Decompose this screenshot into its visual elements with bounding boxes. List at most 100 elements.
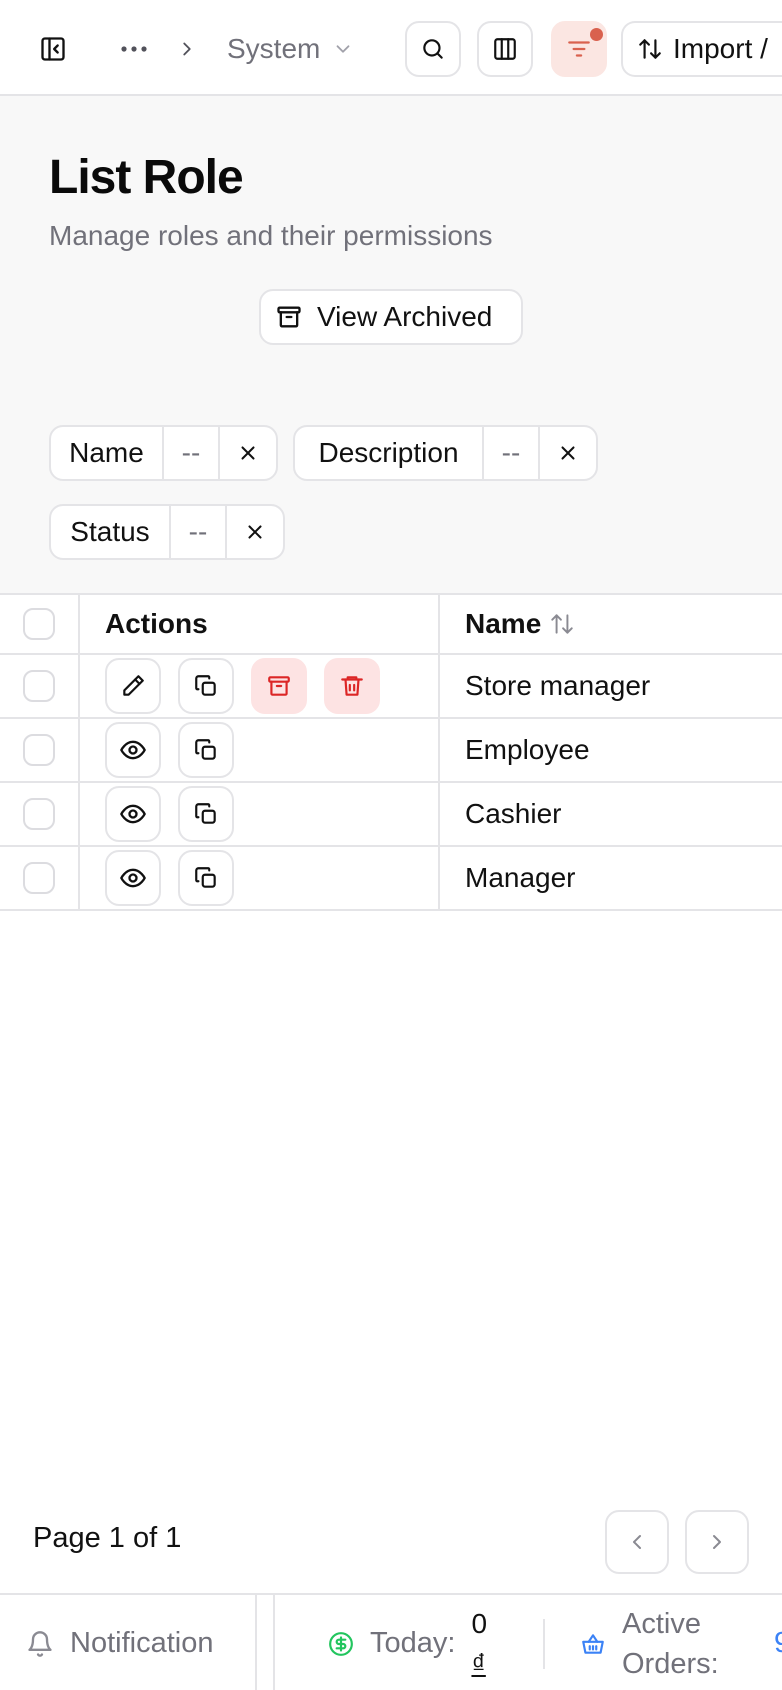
breadcrumb-current-label: System (227, 33, 321, 64)
filter-active-dot (590, 28, 603, 41)
filter-button[interactable] (551, 21, 607, 77)
trash-icon (339, 673, 365, 699)
table-header-row: Actions Name (0, 593, 782, 655)
row-actions (80, 847, 440, 909)
import-export-button[interactable]: Import / (621, 21, 782, 77)
select-all-checkbox[interactable] (23, 608, 55, 640)
eye-icon (119, 864, 147, 892)
filter-chip-status[interactable]: Status -- (49, 504, 285, 560)
table-row: Cashier (0, 783, 782, 847)
copy-button[interactable] (178, 786, 234, 842)
row-actions (80, 719, 440, 781)
next-page-button[interactable] (685, 1510, 749, 1574)
filter-chip-name[interactable]: Name -- (49, 425, 278, 481)
actions-column-header: Actions (80, 595, 440, 653)
role-name: Manager (465, 862, 576, 893)
archive-icon (266, 673, 292, 699)
row-checkbox[interactable] (23, 798, 55, 830)
row-select-cell (0, 847, 80, 909)
copy-icon (193, 865, 219, 891)
filter-chip-label: Name (51, 427, 164, 479)
role-name: Cashier (465, 798, 562, 829)
today-amount: 0 (471, 1607, 488, 1639)
close-icon[interactable] (227, 506, 283, 558)
row-checkbox[interactable] (23, 734, 55, 766)
copy-icon (193, 801, 219, 827)
pencil-icon (120, 673, 146, 699)
role-name: Employee (465, 734, 590, 765)
view-button[interactable] (105, 722, 161, 778)
chevron-right-icon (172, 30, 202, 68)
copy-icon (193, 737, 219, 763)
today-revenue: Today: 0 ₫ (328, 1595, 491, 1690)
filter-chip-label: Status (51, 506, 171, 558)
row-actions (80, 655, 440, 717)
footer-divider (273, 1595, 275, 1690)
breadcrumb-current[interactable]: System (227, 26, 354, 72)
page-title: List Role (49, 151, 244, 204)
notification-button[interactable]: Notification (26, 1595, 213, 1690)
view-archived-button[interactable]: View Archived (259, 289, 523, 345)
top-bar: System Import / (0, 0, 782, 96)
status-footer: Notification Today: 0 ₫ Active Orders: 9 (0, 1593, 782, 1690)
columns-button[interactable] (477, 21, 533, 77)
filter-icon (566, 36, 592, 62)
page-subtitle: Manage roles and their permissions (49, 220, 493, 251)
delete-button[interactable] (324, 658, 380, 714)
today-value: 0 ₫ (471, 1604, 491, 1684)
table-row: Manager (0, 847, 782, 911)
active-orders-count: 9 (774, 1627, 782, 1660)
copy-button[interactable] (178, 850, 234, 906)
columns-icon (492, 36, 518, 62)
eye-icon (119, 736, 147, 764)
select-all-cell (0, 595, 80, 653)
search-icon (420, 36, 446, 62)
roles-table: Actions Name Store manager Employee Cash… (0, 593, 782, 911)
today-label: Today: (370, 1627, 456, 1659)
view-button[interactable] (105, 786, 161, 842)
chevron-down-icon (332, 38, 354, 60)
row-checkbox[interactable] (23, 670, 55, 702)
role-name: Store manager (465, 670, 651, 701)
eye-icon (119, 800, 147, 828)
sidebar-toggle-icon[interactable] (34, 30, 72, 68)
import-label: Import / (673, 33, 768, 64)
close-icon[interactable] (540, 427, 596, 479)
filter-chip-value[interactable]: -- (164, 427, 220, 479)
page-header: List Role Manage roles and their permiss… (0, 96, 782, 593)
sort-icon[interactable] (549, 611, 575, 637)
active-orders-label: Active Orders: (622, 1607, 719, 1680)
name-column-header[interactable]: Name (440, 595, 782, 653)
active-orders[interactable]: Active Orders: 9 (580, 1595, 782, 1690)
copy-icon (193, 673, 219, 699)
pagination-text: Page 1 of 1 (33, 1522, 182, 1554)
dollar-circle-icon (328, 1631, 354, 1657)
copy-button[interactable] (178, 658, 234, 714)
filter-chip-label: Description (295, 427, 484, 479)
filter-chip-value[interactable]: -- (484, 427, 540, 479)
footer-divider (543, 1619, 545, 1669)
copy-button[interactable] (178, 722, 234, 778)
chevron-left-icon (625, 1530, 649, 1554)
row-checkbox[interactable] (23, 862, 55, 894)
row-select-cell (0, 783, 80, 845)
close-icon[interactable] (220, 427, 276, 479)
archive-button[interactable] (251, 658, 307, 714)
filter-chip-description[interactable]: Description -- (293, 425, 598, 481)
filter-chip-value[interactable]: -- (171, 506, 227, 558)
chevron-right-icon (705, 1530, 729, 1554)
table-row: Employee (0, 719, 782, 783)
bell-icon (26, 1630, 54, 1658)
breadcrumb-ellipsis[interactable] (116, 30, 152, 68)
actions-header-label: Actions (105, 608, 208, 639)
view-button[interactable] (105, 850, 161, 906)
notification-label: Notification (70, 1627, 214, 1659)
search-button[interactable] (405, 21, 461, 77)
basket-icon (580, 1631, 606, 1657)
name-header-label: Name (465, 608, 542, 639)
edit-button[interactable] (105, 658, 161, 714)
previous-page-button[interactable] (605, 1510, 669, 1574)
today-currency: ₫ (471, 1647, 486, 1679)
table-row: Store manager (0, 655, 782, 719)
sort-icon (637, 36, 663, 62)
